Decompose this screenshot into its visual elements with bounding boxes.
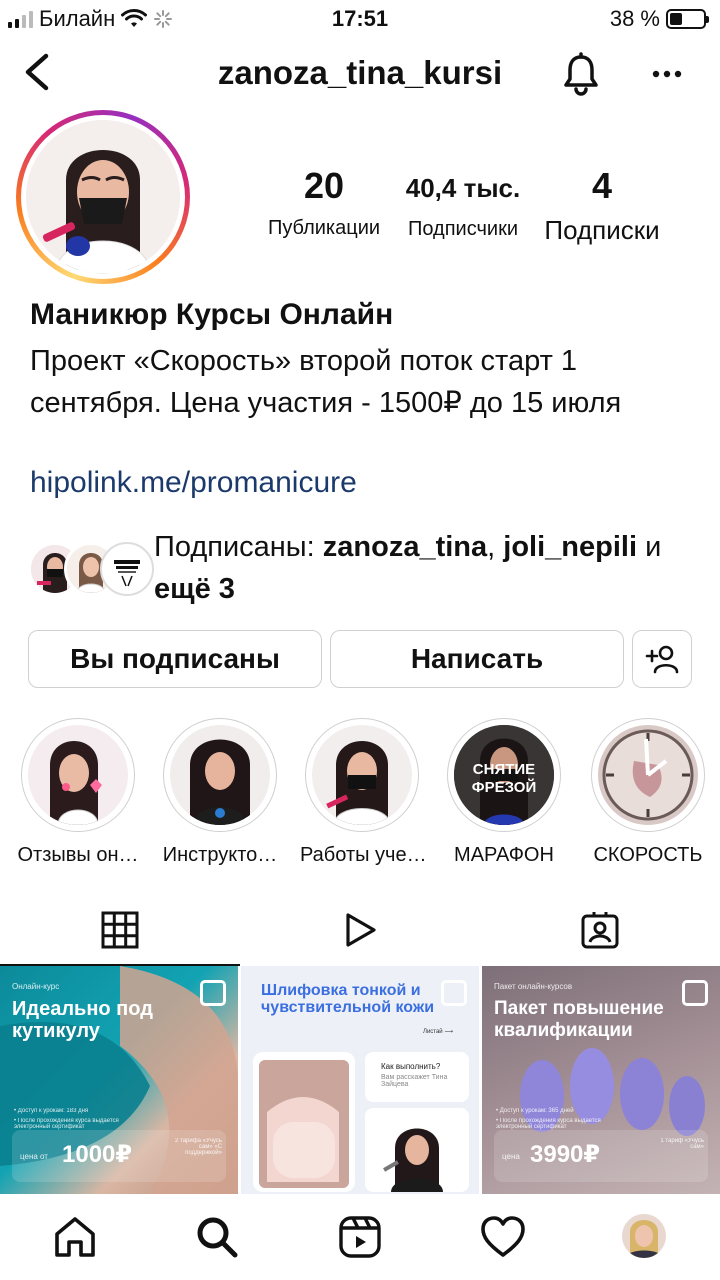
post-price: 3990₽	[530, 1141, 601, 1168]
post-kicker: Онлайн-курс	[12, 982, 60, 991]
highlight-label: Работы уче…	[300, 844, 424, 866]
message-button[interactable]: Написать	[330, 630, 624, 688]
bell-icon[interactable]	[560, 52, 602, 96]
battery-percent: 38 %	[609, 6, 660, 31]
post-title: Идеально под кутикулу	[12, 998, 153, 1042]
profile-bio: Проект «Скорость» второй поток старт 1 с…	[30, 345, 622, 419]
highlight-cover: СНЯТИЕ ФРЕЗОЙ	[454, 725, 554, 825]
mutual-avatar-omenails	[100, 542, 154, 596]
post-photo-card	[253, 1052, 355, 1192]
followers-label: Подписчики	[407, 218, 519, 240]
highlight-speed[interactable]: СКОРОСТЬ	[586, 718, 710, 867]
highlight-label: Отзывы он…	[17, 844, 139, 866]
post-price: 1000₽	[62, 1141, 133, 1168]
grid-icon	[101, 911, 139, 949]
battery-icon	[666, 9, 709, 29]
price-prefix: цена	[502, 1152, 520, 1161]
carousel-icon	[682, 980, 708, 1006]
highlight-cover	[598, 725, 698, 825]
more-icon[interactable]	[645, 52, 689, 96]
following-button[interactable]: Вы подписаны	[28, 630, 322, 688]
avatar-illustration	[26, 120, 180, 274]
tagged-user-icon	[581, 912, 619, 949]
post-info: • Доступ к урокам: 365 дней	[496, 1108, 574, 1114]
following-label: Подписки	[544, 215, 660, 245]
followed-by-text[interactable]: Подписаны: zanoza_tina, joli_nepili и ещ…	[154, 526, 694, 610]
profile-header: zanoza_tina_kursi	[0, 40, 720, 110]
price-box: цена от 1000₽ 2 тарифа «Учусь сам» «С по…	[12, 1130, 226, 1182]
tab-posts-grid[interactable]	[0, 892, 240, 966]
status-bar: Билайн 17:51 38 %	[0, 0, 720, 38]
post-kicker: Пакет онлайн-курсов	[494, 982, 573, 991]
post-info: • Доступ к урокам: 183 дня	[14, 1108, 89, 1114]
highlight-label: СКОРОСТЬ	[593, 844, 703, 866]
highlight-marathon[interactable]: СНЯТИЕ ФРЕЗОЙ МАРАФОН	[442, 718, 566, 867]
profile-full-name: Маникюр Курсы Онлайн	[30, 298, 394, 331]
followers-count: 40,4 тыс.	[405, 173, 521, 203]
post-title: Пакет повышение квалификации	[494, 998, 664, 1041]
home-icon[interactable]	[50, 1212, 100, 1262]
post-info: • После прохождения курса выдается элект…	[14, 1118, 119, 1130]
carousel-icon	[441, 980, 467, 1006]
add-user-icon	[645, 645, 679, 674]
post-author-card	[365, 1108, 469, 1192]
price-box: цена 3990₽ 1 тариф «Учусь сам»	[494, 1130, 708, 1182]
posts-count: 20	[303, 165, 345, 206]
bottom-navigation	[0, 1194, 720, 1280]
post-tariffs: 1 тариф «Учусь сам»	[660, 1138, 704, 1150]
stat-following[interactable]: 4 Подписки	[536, 165, 668, 246]
back-icon[interactable]	[18, 50, 58, 94]
posts-label: Публикации	[267, 217, 381, 239]
price-prefix: цена от	[20, 1152, 48, 1161]
post-info: • После прохождения курса выдается элект…	[496, 1118, 601, 1130]
profile-tabs	[0, 892, 720, 966]
suggest-users-button[interactable]	[632, 630, 692, 688]
posts-grid: Онлайн-курс Идеально под кутикулу • Дост…	[0, 966, 720, 1194]
highlight-cover	[170, 725, 270, 825]
reels-icon[interactable]	[335, 1212, 385, 1262]
highlight-reviews[interactable]: Отзывы он…	[16, 718, 140, 867]
highlight-label: МАРАФОН	[454, 844, 554, 866]
mutual-user-1[interactable]: zanoza_tina	[323, 531, 487, 563]
highlight-student-works[interactable]: Работы уче…	[300, 718, 424, 867]
highlight-instructors[interactable]: Инструкто…	[158, 718, 282, 867]
tab-tagged[interactable]	[480, 892, 720, 966]
search-icon[interactable]	[192, 1212, 242, 1262]
mutual-user-2[interactable]: joli_nepili	[503, 531, 637, 563]
profile-avatar-tab[interactable]	[622, 1214, 666, 1258]
play-icon	[346, 913, 376, 947]
post-thumbnail[interactable]: Онлайн-курс Идеально под кутикулу • Дост…	[0, 966, 238, 1194]
stat-posts[interactable]: 20 Публикации	[258, 165, 390, 240]
post-title: Шлифовка тонкой и чувствительной кожи	[261, 982, 435, 1016]
highlight-label: Инструкто…	[162, 844, 278, 866]
carousel-icon	[200, 980, 226, 1006]
post-thumbnail[interactable]: Пакет онлайн-курсов Пакет повышение квал…	[482, 966, 720, 1194]
post-thumbnail[interactable]: Шлифовка тонкой и чувствительной кожи Ли…	[241, 966, 479, 1194]
heart-icon[interactable]	[478, 1212, 528, 1262]
highlight-cover-text: СНЯТИЕ ФРЕЗОЙ	[471, 761, 537, 796]
status-right: 38 %	[609, 6, 709, 32]
highlight-cover	[312, 725, 412, 825]
stat-followers[interactable]: 40,4 тыс. Подписчики	[396, 165, 530, 241]
post-tariffs: 2 тарифа «Учусь сам» «С поддержкой»	[175, 1138, 222, 1156]
profile-username: zanoza_tina_kursi	[217, 54, 503, 91]
profile-avatar[interactable]	[16, 110, 190, 284]
tab-reels[interactable]	[240, 892, 480, 966]
post-read-more: Листай ⟶	[423, 1029, 453, 1035]
highlight-cover	[28, 725, 128, 825]
post-question-card: Как выполнить? Вам расскажет Тина Зайцев…	[365, 1052, 469, 1102]
bio-link[interactable]: hipolink.me/promanicure	[30, 466, 357, 500]
following-count: 4	[591, 165, 613, 206]
mutual-more[interactable]: ещё 3	[154, 573, 235, 605]
